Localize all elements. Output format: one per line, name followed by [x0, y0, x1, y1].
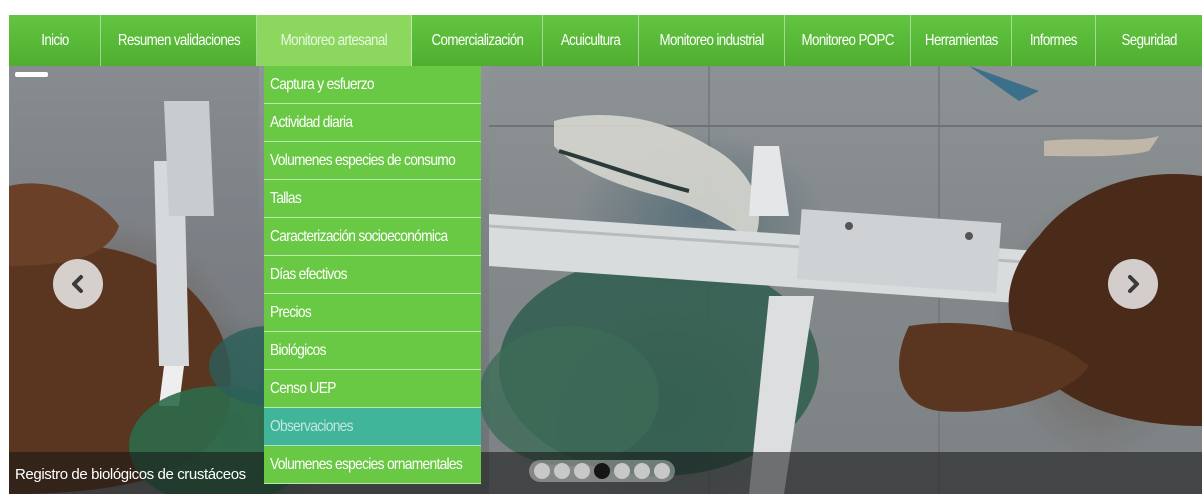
dropdown-item-caracterizacion-socioeconomica[interactable]: Caracterización socioeconómica — [264, 218, 481, 256]
main-navigation: Inicio Resumen validaciones Monitoreo ar… — [9, 15, 1202, 66]
nav-item-resumen-validaciones[interactable]: Resumen validaciones — [101, 15, 257, 66]
nav-item-inicio[interactable]: Inicio — [9, 15, 101, 66]
slide-photo — [9, 66, 1202, 494]
slide-dot[interactable] — [554, 463, 570, 479]
nav-item-herramientas[interactable]: Herramientas — [911, 15, 1012, 66]
slide-dot[interactable] — [634, 463, 650, 479]
dropdown-item-dias-efectivos[interactable]: Días efectivos — [264, 256, 481, 294]
nav-item-seguridad[interactable]: Seguridad — [1096, 15, 1202, 66]
chevron-left-icon — [72, 275, 83, 293]
dropdown-item-censo-uep[interactable]: Censo UEP — [264, 370, 481, 408]
dropdown-item-volumenes-especies-ornamentales[interactable]: Volumenes especies ornamentales — [264, 446, 481, 484]
slide-dot[interactable] — [654, 463, 670, 479]
slide-dot-active[interactable] — [594, 463, 610, 479]
slide-progress-indicator — [15, 72, 48, 77]
slide-dot[interactable] — [534, 463, 550, 479]
dropdown-item-volumenes-especies-de-consumo[interactable]: Volumenes especies de consumo — [264, 142, 481, 180]
slide-dot[interactable] — [614, 463, 630, 479]
nav-item-monitoreo-industrial[interactable]: Monitoreo industrial — [639, 15, 785, 66]
nav-item-acuicultura[interactable]: Acuicultura — [543, 15, 639, 66]
nav-item-monitoreo-popc[interactable]: Monitoreo POPC — [785, 15, 911, 66]
dropdown-item-captura-y-esfuerzo[interactable]: Captura y esfuerzo — [264, 66, 481, 104]
slide-caption: Registro de biológicos de crustáceos — [15, 466, 246, 483]
chevron-right-icon — [1128, 275, 1139, 293]
nav-item-informes[interactable]: Informes — [1012, 15, 1096, 66]
next-slide-button[interactable] — [1108, 259, 1158, 309]
slide-pagination — [529, 460, 675, 482]
dropdown-item-tallas[interactable]: Tallas — [264, 180, 481, 218]
monitoreo-artesanal-dropdown: Captura y esfuerzo Actividad diaria Volu… — [264, 66, 481, 484]
nav-item-monitoreo-artesanal[interactable]: Monitoreo artesanal — [257, 15, 412, 66]
slide-dot[interactable] — [574, 463, 590, 479]
image-slider: Registro de biológicos de crustáceos — [9, 66, 1202, 494]
dropdown-item-precios[interactable]: Precios — [264, 294, 481, 332]
dropdown-item-actividad-diaria[interactable]: Actividad diaria — [264, 104, 481, 142]
nav-item-comercializacion[interactable]: Comercialización — [412, 15, 543, 66]
dropdown-item-biologicos[interactable]: Biológicos — [264, 332, 481, 370]
previous-slide-button[interactable] — [53, 259, 103, 309]
dropdown-item-observaciones[interactable]: Observaciones — [264, 408, 481, 446]
